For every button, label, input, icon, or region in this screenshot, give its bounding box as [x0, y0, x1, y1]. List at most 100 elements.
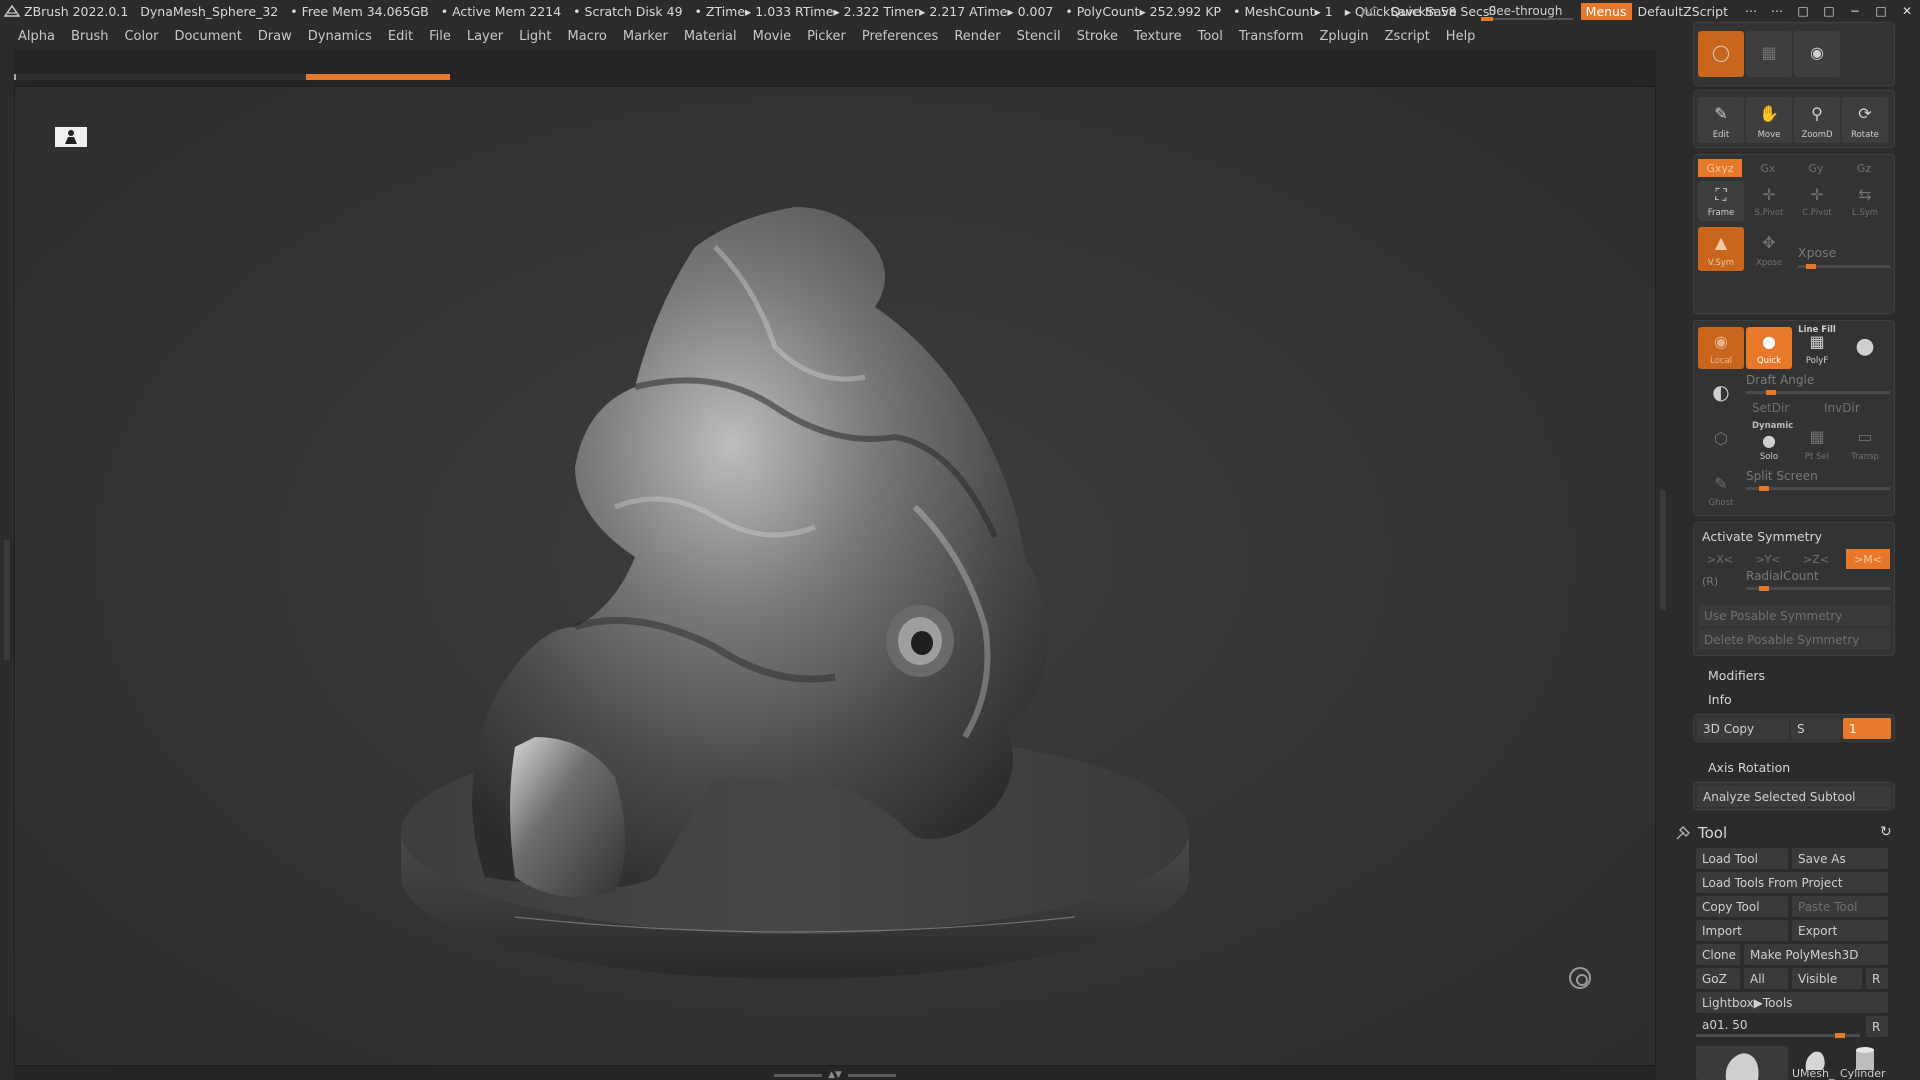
menu-movie[interactable]: Movie: [753, 29, 791, 44]
save-as-button[interactable]: Save As: [1792, 848, 1888, 869]
move-button[interactable]: ✋ Move: [1746, 97, 1792, 143]
menu-texture[interactable]: Texture: [1134, 29, 1182, 44]
local-button[interactable]: ◉ Local: [1698, 327, 1744, 369]
make-polymesh-button[interactable]: Make PolyMesh3D: [1744, 944, 1888, 965]
tool-thumbnail-current[interactable]: [1696, 1046, 1788, 1080]
menu-file[interactable]: File: [429, 29, 451, 44]
navigation-compass-icon[interactable]: [1569, 967, 1591, 989]
spivot-button[interactable]: ✛ S.Pivot: [1746, 181, 1792, 221]
menu-stencil[interactable]: Stencil: [1017, 29, 1061, 44]
axis-tab-z[interactable]: Gz: [1842, 159, 1886, 177]
menu-document[interactable]: Document: [174, 29, 241, 44]
quicksave-button[interactable]: QuickSave: [1391, 4, 1457, 19]
setdir-button[interactable]: SetDir: [1746, 397, 1812, 418]
vsym-button[interactable]: ▲ V.Sym: [1698, 227, 1744, 271]
import-button[interactable]: Import: [1696, 920, 1788, 941]
polyf-button[interactable]: Line Fill ▦ PolyF: [1794, 325, 1840, 369]
layout-icon[interactable]: ⋯: [1738, 4, 1764, 18]
menu-dynamics[interactable]: Dynamics: [308, 29, 372, 44]
menu-layer[interactable]: Layer: [467, 29, 503, 44]
axis-rotation-section[interactable]: Axis Rotation: [1708, 760, 1790, 775]
menu-brush[interactable]: Brush: [71, 29, 109, 44]
copy-tool-button[interactable]: Copy Tool: [1696, 896, 1788, 917]
modifiers-section[interactable]: Modifiers: [1708, 668, 1765, 683]
menu-stroke[interactable]: Stroke: [1077, 29, 1118, 44]
lsym-button[interactable]: ⇆ L.Sym: [1842, 181, 1888, 221]
frame-button[interactable]: ⛶ Frame: [1698, 181, 1744, 221]
xpose-icon-button[interactable]: ✥ Xpose: [1746, 227, 1792, 271]
xpose-slider[interactable]: [1798, 264, 1890, 269]
zoom-button[interactable]: ⚲ ZoomD: [1794, 97, 1840, 143]
use-posable-symmetry-button[interactable]: Use Posable Symmetry: [1698, 605, 1890, 626]
menu-picker[interactable]: Picker: [807, 29, 846, 44]
left-tray-handle[interactable]: [4, 540, 10, 660]
document-canvas[interactable]: [14, 86, 1656, 1066]
default-zscript[interactable]: DefaultZScript: [1638, 4, 1729, 19]
split-screen-slider[interactable]: [1746, 486, 1890, 491]
info-section[interactable]: Info: [1708, 692, 1732, 707]
goz-all-button[interactable]: All: [1744, 968, 1788, 989]
menu-zplugin[interactable]: Zplugin: [1320, 29, 1369, 44]
goz-r-button[interactable]: R: [1866, 968, 1888, 989]
invdir-button[interactable]: InvDir: [1818, 397, 1890, 418]
bottom-tray-handle[interactable]: ▲▼: [770, 1070, 900, 1080]
solo-button[interactable]: ● Solo: [1746, 429, 1792, 465]
sym-x-button[interactable]: >X<: [1698, 549, 1742, 569]
axis-tab-xyz[interactable]: Gxyz: [1698, 159, 1742, 177]
contrast-button[interactable]: ◐: [1698, 373, 1744, 413]
maximize-icon[interactable]: □: [1868, 4, 1894, 18]
sym-y-button[interactable]: >Y<: [1746, 549, 1790, 569]
menu-alpha[interactable]: Alpha: [18, 29, 55, 44]
goz-visible-button[interactable]: Visible: [1792, 968, 1862, 989]
window-tile-icon[interactable]: □: [1816, 4, 1842, 18]
load-tool-button[interactable]: Load Tool: [1696, 848, 1788, 869]
menu-color[interactable]: Color: [124, 29, 158, 44]
menu-edit[interactable]: Edit: [388, 29, 413, 44]
goz-button[interactable]: GoZ: [1696, 968, 1740, 989]
ghost-button[interactable]: ✎ Ghost: [1698, 469, 1744, 511]
menu-material[interactable]: Material: [684, 29, 737, 44]
ac-button[interactable]: AC: [1362, 4, 1379, 19]
ptsel-button[interactable]: ▦ Pt Sel: [1794, 421, 1840, 465]
lightbox-tools-button[interactable]: Lightbox▶Tools: [1696, 992, 1888, 1013]
layout-alt-icon[interactable]: ⋯: [1764, 4, 1790, 18]
right-tray-handle[interactable]: [1660, 490, 1666, 610]
minimize-icon[interactable]: −: [1842, 4, 1868, 18]
copy3d-value[interactable]: 1: [1843, 718, 1891, 739]
edit-button[interactable]: ✎ Edit: [1698, 97, 1744, 143]
analyze-subtool-button[interactable]: Analyze Selected Subtool: [1697, 786, 1891, 807]
see-through-slider[interactable]: See-through 0: [1480, 0, 1573, 22]
window-layout-icon[interactable]: □: [1790, 4, 1816, 18]
snapshot-button[interactable]: ◉: [1794, 31, 1840, 77]
current-tool-track[interactable]: [1696, 1033, 1860, 1038]
transp-button[interactable]: ▭ Transp: [1842, 421, 1888, 465]
radial-count-slider[interactable]: [1746, 586, 1890, 591]
edit-mode-button[interactable]: ▦: [1746, 31, 1792, 77]
load-tools-from-project-button[interactable]: Load Tools From Project: [1696, 872, 1888, 893]
menu-macro[interactable]: Macro: [568, 29, 607, 44]
copy3d-button[interactable]: 3D Copy: [1697, 718, 1789, 739]
tool-palette-title[interactable]: Tool: [1698, 824, 1727, 842]
menu-light[interactable]: Light: [519, 29, 551, 44]
tool-thumbnail-cylinder[interactable]: Cylinder: [1840, 1046, 1888, 1080]
material-sphere-button[interactable]: ◯: [1698, 31, 1744, 77]
current-tool-r-button[interactable]: R: [1866, 1016, 1888, 1037]
rotate-button[interactable]: ⟳ Rotate: [1842, 97, 1888, 143]
close-icon[interactable]: ✕: [1894, 4, 1920, 18]
activate-symmetry-button[interactable]: Activate Symmetry: [1702, 529, 1822, 544]
delete-posable-symmetry-button[interactable]: Delete Posable Symmetry: [1698, 629, 1890, 650]
menu-render[interactable]: Render: [954, 29, 1000, 44]
menu-help[interactable]: Help: [1446, 29, 1476, 44]
tool-thumbnail-umesh[interactable]: UMesh_: [1792, 1046, 1838, 1080]
clone-button[interactable]: Clone: [1696, 944, 1740, 965]
copy3d-s-slider[interactable]: S: [1791, 718, 1841, 739]
sym-z-button[interactable]: >Z<: [1794, 549, 1838, 569]
export-button[interactable]: Export: [1792, 920, 1888, 941]
menu-marker[interactable]: Marker: [623, 29, 668, 44]
menu-preferences[interactable]: Preferences: [862, 29, 938, 44]
axis-tab-x[interactable]: Gx: [1746, 159, 1790, 177]
cpivot-button[interactable]: ✛ C.Pivot: [1794, 181, 1840, 221]
menu-transform[interactable]: Transform: [1239, 29, 1304, 44]
quick-render-button[interactable]: ● Quick: [1746, 327, 1792, 369]
menu-tool[interactable]: Tool: [1198, 29, 1223, 44]
